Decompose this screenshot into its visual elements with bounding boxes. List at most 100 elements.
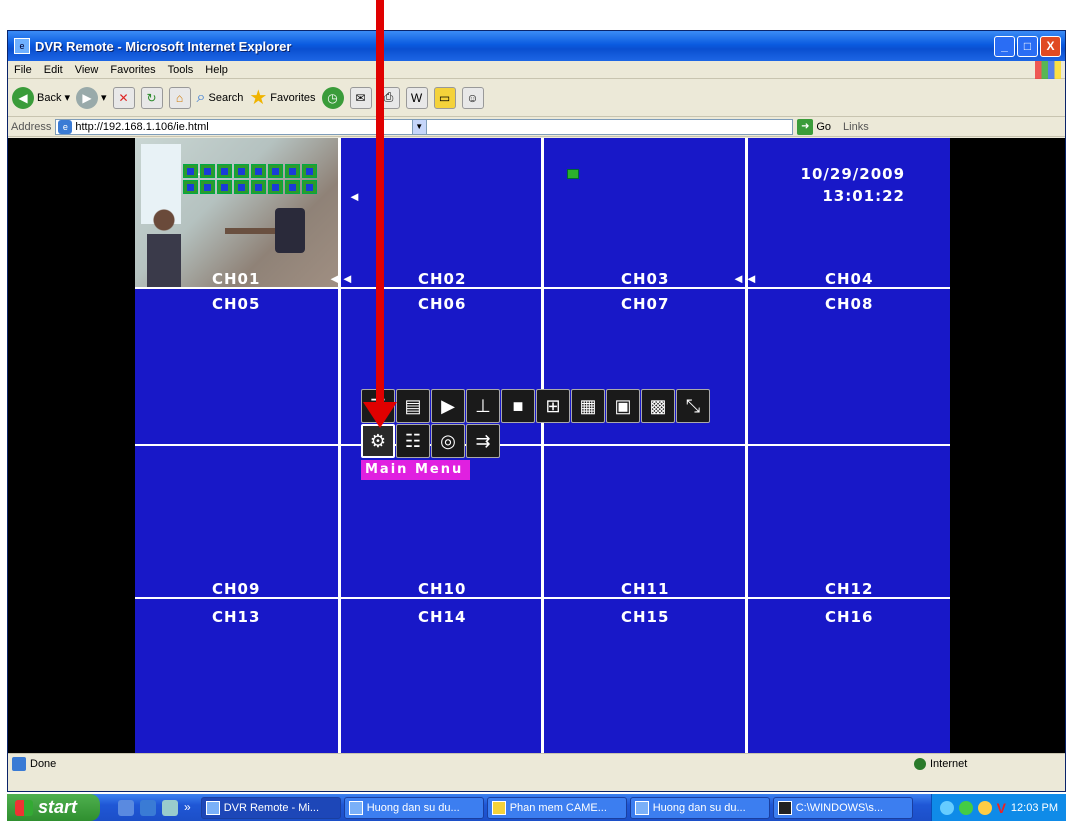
mail-icon[interactable]: ✉ bbox=[349, 86, 372, 109]
refresh-icon[interactable]: ↻ bbox=[140, 86, 163, 109]
status-bar: Done Internet bbox=[8, 753, 1065, 773]
menu-favorites[interactable]: Favorites bbox=[104, 64, 161, 76]
task-label: Huong dan su du... bbox=[652, 801, 746, 814]
quick-launch-icon[interactable] bbox=[118, 799, 134, 816]
annotation-arrow bbox=[376, 0, 384, 407]
standard-toolbar: ◀ Back ▾ ▶ ▾ ✕ ↻ ⌂ ⌕ Search ★ Favorites … bbox=[8, 79, 1065, 117]
links-button[interactable]: Links bbox=[843, 121, 869, 133]
sequence-icon[interactable]: ⤡ bbox=[676, 389, 710, 423]
pip-view-icon[interactable]: ▣ bbox=[606, 389, 640, 423]
quick-launch-icon[interactable] bbox=[140, 799, 156, 816]
zone-text: Internet bbox=[930, 757, 968, 770]
chevron-right-icon[interactable]: » bbox=[184, 800, 191, 816]
go-label: Go bbox=[816, 120, 832, 133]
grid-line bbox=[135, 444, 950, 446]
task-button[interactable]: Huong dan su du... bbox=[343, 796, 484, 819]
edit-icon[interactable]: W bbox=[405, 86, 428, 109]
title-bar[interactable]: e DVR Remote - Microsoft Internet Explor… bbox=[8, 31, 1065, 61]
menu-tools[interactable]: Tools bbox=[162, 64, 200, 76]
channel-label: CH04 bbox=[825, 270, 874, 288]
sixteen-view-icon[interactable]: ▩ bbox=[641, 389, 675, 423]
windows-logo-icon bbox=[1035, 61, 1061, 79]
quad-view-icon[interactable]: ⊞ bbox=[536, 389, 570, 423]
console-icon bbox=[777, 800, 792, 815]
tray-icon[interactable] bbox=[939, 800, 954, 815]
folder-icon bbox=[491, 800, 506, 815]
taskbar: start » DVR Remote - Mi... Huong dan su … bbox=[7, 794, 1066, 821]
address-dropdown-icon[interactable]: ▼ bbox=[411, 118, 427, 135]
menu-file[interactable]: File bbox=[8, 64, 38, 76]
task-label: DVR Remote - Mi... bbox=[223, 801, 320, 814]
dvr-view[interactable]: 1 ◄ ◄◄ ◄◄ 10/29/2009 13:01:22 bbox=[135, 138, 950, 753]
task-button[interactable]: Huong dan su du... bbox=[629, 796, 770, 819]
task-button[interactable]: Phan mem CAME... bbox=[486, 796, 627, 819]
logout-icon[interactable]: ⇉ bbox=[466, 424, 500, 458]
single-view-icon[interactable]: ■ bbox=[501, 389, 535, 423]
word-icon bbox=[634, 800, 649, 815]
channel-label: CH07 bbox=[621, 295, 670, 313]
film-icon[interactable]: ▤ bbox=[396, 389, 430, 423]
quick-launch-icon[interactable] bbox=[162, 799, 178, 816]
favorites-button[interactable]: ★ Favorites bbox=[249, 85, 315, 110]
channel-label: CH09 bbox=[212, 580, 261, 598]
windows-flag-icon bbox=[15, 799, 33, 816]
favorites-label: Favorites bbox=[270, 91, 316, 104]
menu-help[interactable]: Help bbox=[199, 64, 234, 76]
security-zone: Internet bbox=[914, 757, 968, 770]
close-button[interactable]: X bbox=[1040, 35, 1061, 57]
maximize-button[interactable]: □ bbox=[1017, 35, 1038, 57]
ie-icon bbox=[205, 800, 220, 815]
nine-view-icon[interactable]: ▦ bbox=[571, 389, 605, 423]
go-button[interactable]: ➜ Go bbox=[797, 118, 832, 135]
channel-label: CH06 bbox=[418, 295, 467, 313]
task-button[interactable]: DVR Remote - Mi... bbox=[200, 796, 341, 819]
task-label: C:\WINDOWS\s... bbox=[795, 801, 884, 814]
play-icon[interactable]: ▶ bbox=[431, 389, 465, 423]
main-menu-gear-icon[interactable]: ⚙ bbox=[361, 424, 395, 458]
camera-feed-ch01[interactable] bbox=[135, 138, 338, 287]
channel-label: CH11 bbox=[621, 580, 670, 598]
address-bar: Address e http://192.168.1.106/ie.html ▼… bbox=[8, 117, 1065, 137]
task-label: Phan mem CAME... bbox=[509, 801, 607, 814]
antivirus-icon[interactable]: V bbox=[997, 800, 1006, 816]
channel-label: CH01 bbox=[212, 270, 261, 288]
forward-button[interactable]: ▶ ▾ bbox=[76, 86, 107, 109]
channel-label: CH12 bbox=[825, 580, 874, 598]
tray-icon[interactable] bbox=[958, 800, 973, 815]
channel-label: CH14 bbox=[418, 608, 467, 626]
task-button[interactable]: C:\WINDOWS\s... bbox=[772, 796, 913, 819]
menu-edit[interactable]: Edit bbox=[38, 64, 69, 76]
record-indicator-icon bbox=[567, 169, 579, 179]
clock: 12:03 PM bbox=[1010, 801, 1058, 814]
camera-scene-person bbox=[139, 208, 189, 287]
page-done-icon bbox=[12, 756, 26, 771]
page-content: 1 ◄ ◄◄ ◄◄ 10/29/2009 13:01:22 bbox=[8, 138, 1065, 753]
home-icon[interactable]: ⌂ bbox=[168, 86, 191, 109]
camera-scene-chair bbox=[275, 208, 305, 253]
messenger-icon[interactable]: ☺ bbox=[461, 86, 484, 109]
tray-icon[interactable] bbox=[977, 800, 992, 815]
window-title: DVR Remote - Microsoft Internet Explorer bbox=[35, 38, 292, 54]
system-tray: V 12:03 PM bbox=[930, 794, 1066, 821]
address-url: http://192.168.1.106/ie.html bbox=[75, 120, 209, 133]
folder-icon[interactable]: ▭ bbox=[433, 86, 456, 109]
address-label: Address bbox=[11, 120, 52, 133]
stop-icon[interactable]: ✕ bbox=[112, 86, 135, 109]
channel-label: CH15 bbox=[621, 608, 670, 626]
record-list-icon[interactable]: ☷ bbox=[396, 424, 430, 458]
back-button[interactable]: ◀ Back ▾ bbox=[12, 86, 70, 109]
menu-view[interactable]: View bbox=[69, 64, 105, 76]
address-input[interactable]: e http://192.168.1.106/ie.html ▼ bbox=[55, 118, 794, 135]
go-arrow-icon: ➜ bbox=[797, 118, 814, 135]
main-menu-tooltip: Main Menu bbox=[361, 460, 470, 480]
start-button[interactable]: start bbox=[7, 794, 100, 821]
minimize-button[interactable]: _ bbox=[994, 35, 1015, 57]
backup-disc-icon[interactable]: ◎ bbox=[431, 424, 465, 458]
dvr-control-toolbar: ☰ ▤ ▶ ⊥ ■ ⊞ ▦ ▣ ▩ ⤡ bbox=[361, 389, 711, 423]
network-monitor-icon[interactable]: ⊥ bbox=[466, 389, 500, 423]
date-text: 10/29/2009 bbox=[800, 165, 905, 183]
search-button[interactable]: ⌕ Search bbox=[197, 89, 244, 107]
history-icon[interactable]: ◷ bbox=[321, 86, 344, 109]
quick-launch: » bbox=[100, 799, 201, 816]
alarm-status-grid bbox=[183, 164, 317, 194]
